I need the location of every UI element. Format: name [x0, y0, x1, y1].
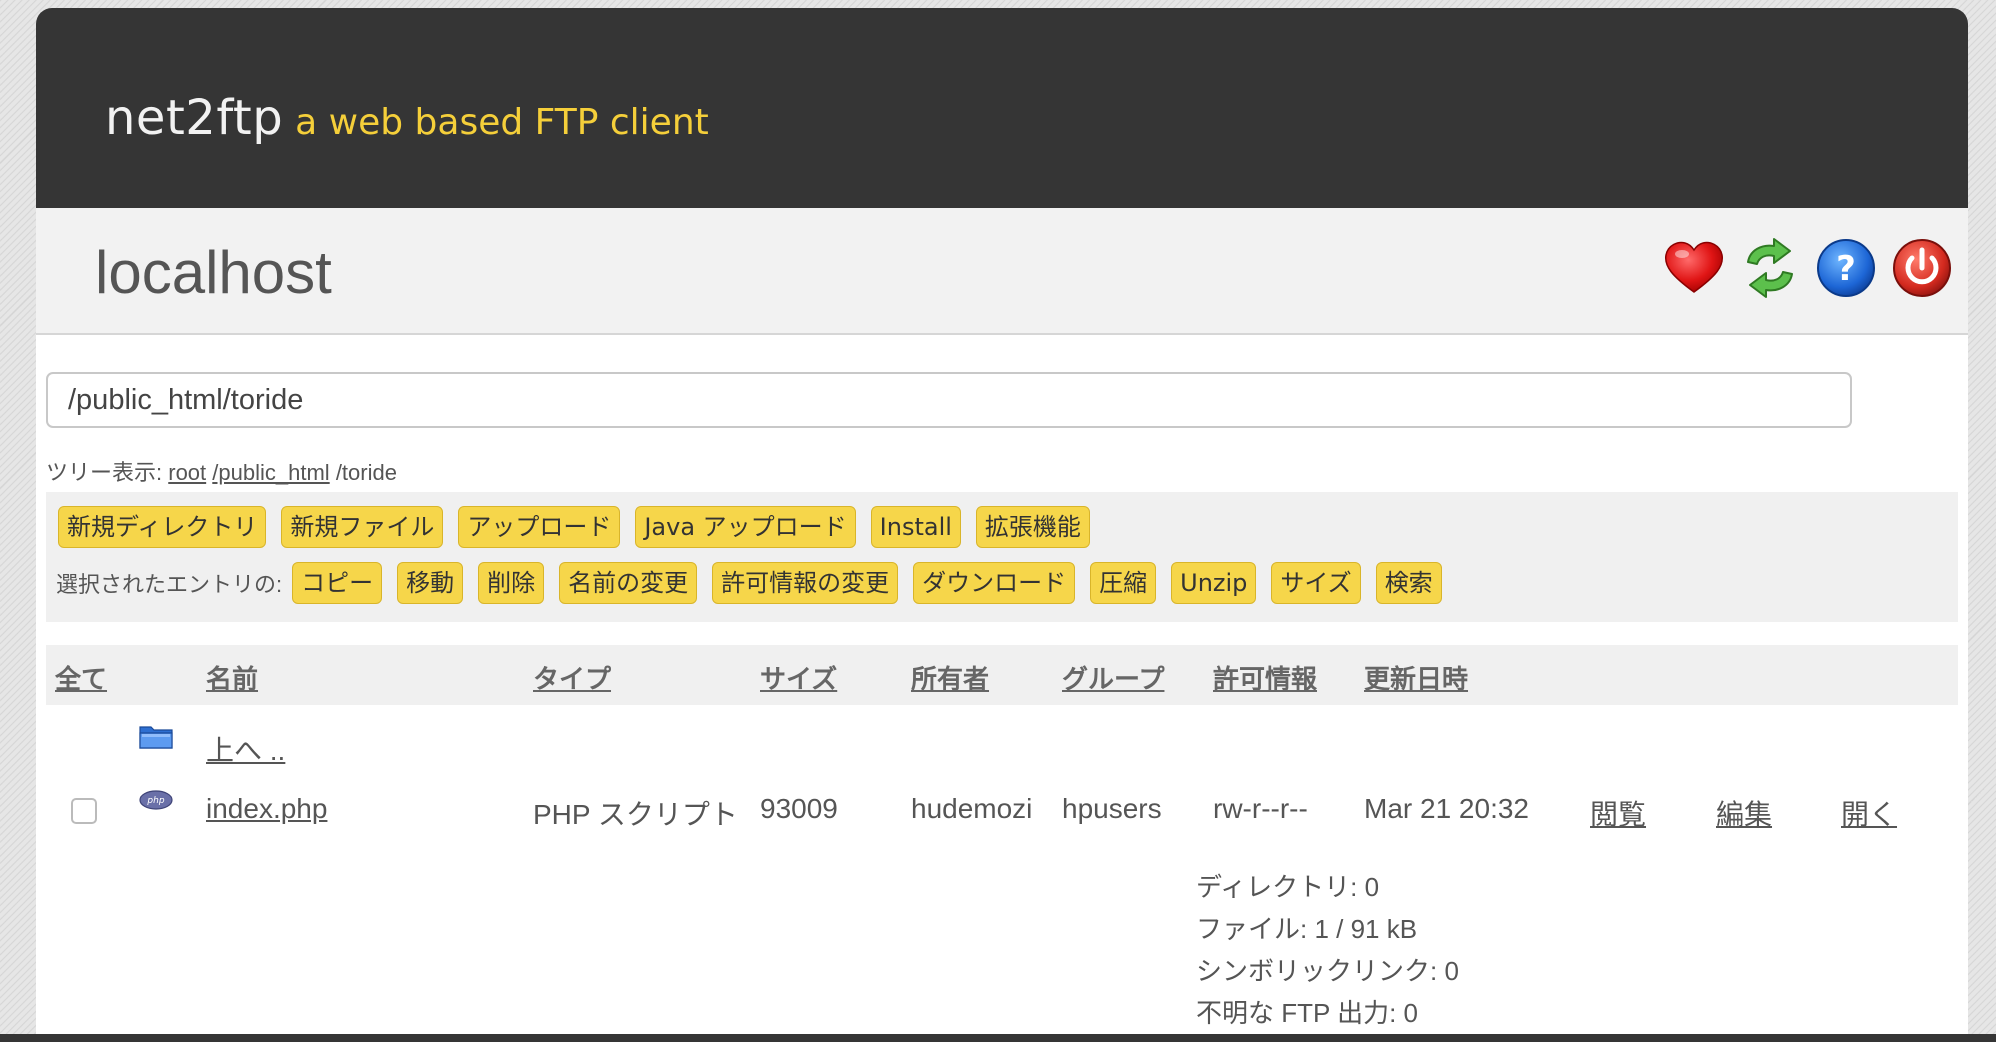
- sort-group-link[interactable]: グループ: [1062, 659, 1164, 696]
- php-file-icon: php: [139, 790, 173, 810]
- rename-button[interactable]: 名前の変更: [559, 562, 698, 604]
- file-group: hpusers: [1062, 793, 1162, 824]
- file-table-header: 全て 名前 タイプ サイズ 所有者 グループ 許可情報 更新日時: [46, 645, 1958, 705]
- new-directory-button[interactable]: 新規ディレクトリ: [58, 506, 267, 548]
- toolbar-row-2: 選択されたエントリの: コピー 移動 削除 名前の変更 許可情報の変更 ダウンロ…: [56, 562, 1457, 604]
- file-name-link[interactable]: index.php: [206, 793, 327, 825]
- unzip-button[interactable]: Unzip: [1171, 562, 1257, 604]
- file-type: PHP スクリプト: [533, 799, 738, 830]
- brand-name: net2ftp: [105, 90, 284, 146]
- breadcrumb-root[interactable]: root: [168, 460, 206, 485]
- download-button[interactable]: ダウンロード: [913, 562, 1076, 604]
- table-row: php index.php PHP スクリプト 93009 hudemozi h…: [46, 779, 1958, 835]
- action-toolbar: 新規ディレクトリ 新規ファイル アップロード Java アップロード Insta…: [46, 492, 1958, 622]
- parent-directory-link[interactable]: 上へ ..: [206, 729, 285, 769]
- file-owner: hudemozi: [911, 793, 1033, 824]
- stats-symlinks: シンボリックリンク: 0: [1196, 956, 1459, 986]
- selected-entries-label: 選択されたエントリの:: [56, 572, 283, 597]
- brand: net2ftp a web based FTP client: [105, 90, 709, 146]
- size-button[interactable]: サイズ: [1271, 562, 1361, 604]
- power-icon[interactable]: [1890, 236, 1954, 300]
- heart-icon[interactable]: [1662, 236, 1726, 300]
- upload-button[interactable]: アップロード: [458, 506, 621, 548]
- sort-permissions-link[interactable]: 許可情報: [1213, 659, 1317, 696]
- app-frame: net2ftp a web based FTP client localhost: [36, 8, 1968, 1042]
- php-icon-label: php: [146, 796, 164, 806]
- sort-size-link[interactable]: サイズ: [760, 659, 837, 696]
- open-link[interactable]: 開く: [1841, 793, 1897, 833]
- stats-unknown: 不明な FTP 出力: 0: [1196, 998, 1418, 1028]
- bottom-bar: [0, 1034, 1996, 1042]
- select-all-link[interactable]: 全て: [55, 659, 107, 696]
- edit-link[interactable]: 編集: [1716, 793, 1772, 833]
- chmod-button[interactable]: 許可情報の変更: [712, 562, 899, 604]
- file-size: 93009: [760, 793, 838, 824]
- breadcrumb: ツリー表示: root /public_html /toride: [46, 455, 397, 487]
- sort-name-link[interactable]: 名前: [206, 659, 258, 696]
- breadcrumb-current: /toride: [335, 460, 397, 485]
- new-file-button[interactable]: 新規ファイル: [281, 506, 444, 548]
- tree-label: ツリー表示:: [46, 460, 163, 485]
- copy-button[interactable]: コピー: [292, 562, 383, 604]
- host-bar: localhost ?: [36, 208, 1968, 335]
- sort-modified-link[interactable]: 更新日時: [1364, 659, 1468, 696]
- host-title: localhost: [95, 239, 332, 306]
- delete-button[interactable]: 削除: [478, 562, 545, 604]
- brand-tagline: a web based FTP client: [295, 102, 709, 143]
- sort-type-link[interactable]: タイプ: [533, 659, 611, 696]
- file-modified: Mar 21 20:32: [1364, 793, 1529, 824]
- search-button[interactable]: 検索: [1375, 562, 1442, 604]
- stats-directories: ディレクトリ: 0: [1196, 872, 1380, 902]
- path-input[interactable]: [46, 372, 1852, 428]
- help-icon[interactable]: ?: [1814, 236, 1878, 300]
- java-upload-button[interactable]: Java アップロード: [635, 506, 856, 548]
- file-checkbox[interactable]: [71, 798, 97, 824]
- file-permissions: rw-r--r--: [1213, 793, 1308, 824]
- view-link[interactable]: 閲覧: [1590, 793, 1646, 833]
- directory-stats: ディレクトリ: 0 ファイル: 1 / 91 kB シンボリックリンク: 0 不…: [1196, 866, 1459, 1034]
- install-button[interactable]: Install: [870, 506, 961, 548]
- folder-icon: [139, 726, 173, 749]
- header-icons: ?: [1658, 236, 1968, 304]
- extensions-button[interactable]: 拡張機能: [975, 506, 1090, 548]
- sort-owner-link[interactable]: 所有者: [911, 659, 989, 696]
- top-banner: net2ftp a web based FTP client: [36, 8, 1968, 208]
- svg-text:?: ?: [1836, 249, 1856, 289]
- zip-button[interactable]: 圧縮: [1090, 562, 1157, 604]
- table-row-up: 上へ ..: [46, 715, 1958, 771]
- refresh-icon[interactable]: [1738, 236, 1802, 300]
- stats-files: ファイル: 1 / 91 kB: [1196, 914, 1418, 944]
- toolbar-row-1: 新規ディレクトリ 新規ファイル アップロード Java アップロード Insta…: [58, 506, 1105, 548]
- breadcrumb-public-html[interactable]: /public_html: [212, 460, 329, 485]
- move-button[interactable]: 移動: [397, 562, 464, 604]
